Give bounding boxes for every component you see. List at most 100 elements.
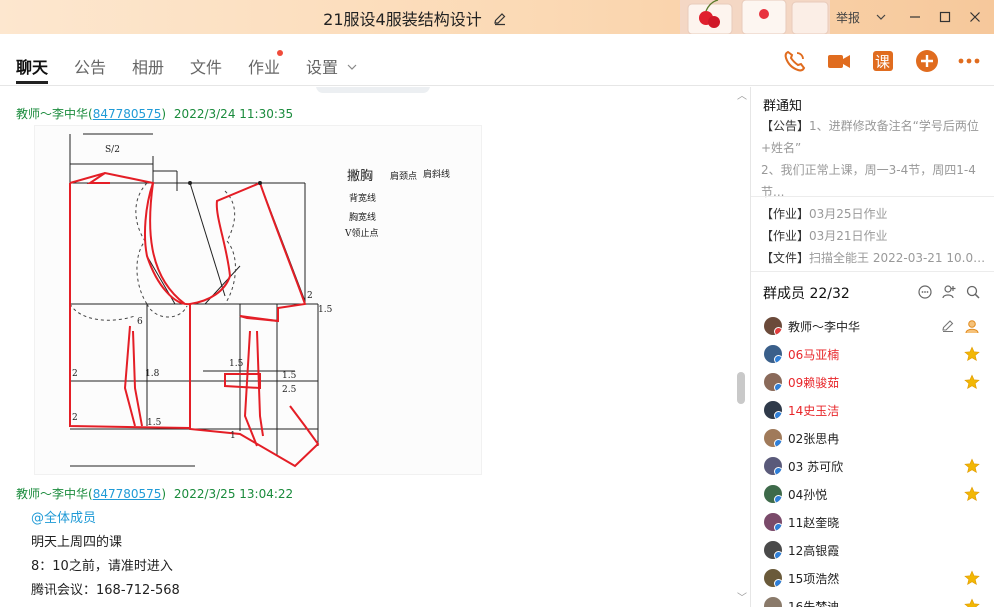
add-member-icon[interactable] xyxy=(941,284,957,300)
avatar[interactable] xyxy=(764,513,782,531)
sender-name-tail: ) xyxy=(161,107,167,121)
member-name: 11赵奎晓 xyxy=(788,516,840,530)
member-name: 16朱梦迪 xyxy=(788,600,840,607)
avatar[interactable] xyxy=(764,429,782,447)
member-row[interactable]: 11赵奎晓 xyxy=(751,507,994,535)
avatar[interactable] xyxy=(764,373,782,391)
class-icon[interactable]: 课 xyxy=(870,48,896,74)
active-tab-indicator xyxy=(16,81,48,84)
search-member-icon[interactable] xyxy=(965,284,981,300)
member-row[interactable]: 15项浩然 xyxy=(751,563,994,591)
avatar[interactable] xyxy=(764,541,782,559)
diagram-label-n2b: 2 xyxy=(72,369,78,379)
tab-chat[interactable]: 聊天 xyxy=(16,54,48,78)
maximize-icon[interactable] xyxy=(934,6,956,28)
member-row[interactable]: 12高银霞 xyxy=(751,535,994,563)
diagram-label-l3: V领止点 xyxy=(344,227,379,239)
avatar[interactable] xyxy=(764,457,782,475)
edit-nickname-icon[interactable] xyxy=(941,318,955,333)
add-app-icon[interactable] xyxy=(914,48,940,74)
file-name: 扫描全能王 2022-03-21 10.02... xyxy=(809,251,989,265)
diagram-label-n15a: 1.5 xyxy=(318,305,333,315)
report-button[interactable]: 举报 xyxy=(836,9,860,26)
avatar[interactable] xyxy=(764,597,782,607)
member-name: 03 苏可欣 xyxy=(788,460,844,474)
member-row[interactable]: 02张思冉 xyxy=(751,423,994,451)
tab-settings[interactable]: 设置 xyxy=(306,54,357,78)
chat-area[interactable]: 教师～李中华(847780575) 2022/3/24 11:30:35 S/2… xyxy=(0,87,750,607)
avatar[interactable] xyxy=(764,485,782,503)
diagram-label-n6: 6 xyxy=(137,317,143,327)
member-row[interactable]: 16朱梦迪 xyxy=(751,591,994,607)
edit-title-icon[interactable] xyxy=(493,11,507,30)
chat-scrollbar-thumb[interactable] xyxy=(737,372,745,404)
avatar[interactable] xyxy=(764,317,782,335)
diagram-label-n15b: 1.5 xyxy=(229,359,244,369)
pattern-diagram-image[interactable]: S/2 撇胸 肩颈点 肩斜线 背宽线 胸宽线 V领止点 2 1.5 6 1.5 … xyxy=(34,125,482,475)
member-badge-icon xyxy=(774,383,782,391)
file-name: 03月21日作业 xyxy=(809,229,888,243)
sender-qq-link[interactable]: 847780575 xyxy=(93,487,162,501)
title-decoration xyxy=(680,0,830,34)
close-icon[interactable] xyxy=(964,6,986,28)
message-text-line: 明天上周四的课 xyxy=(31,535,123,550)
member-chat-icon[interactable] xyxy=(917,284,933,300)
member-row[interactable]: 03 苏可欣 xyxy=(751,451,994,479)
diagram-label-n2c: 2 xyxy=(72,413,78,423)
scroll-down-arrow[interactable]: ﹀ xyxy=(737,589,747,604)
member-badge-icon xyxy=(774,355,782,363)
member-name: 02张思冉 xyxy=(788,432,840,446)
video-call-icon[interactable] xyxy=(826,48,852,74)
sender-name: 教师～李中华( xyxy=(16,487,93,501)
diagram-label-s2: S/2 xyxy=(105,145,120,155)
member-row[interactable]: 教师～李中华 xyxy=(751,311,994,339)
phone-icon[interactable] xyxy=(782,48,808,74)
member-name: 04孙悦 xyxy=(788,488,828,502)
member-badge-icon xyxy=(774,411,782,419)
file-name: 03月25日作业 xyxy=(809,207,888,221)
scroll-up-arrow[interactable]: ︿ xyxy=(737,87,747,102)
notice-line-2: 2、我们正常上课，周一3-4节，周四1-4节... xyxy=(761,163,976,199)
window-title-text: 21服设4服装结构设计 xyxy=(323,10,482,29)
tab-homework[interactable]: 作业 xyxy=(248,54,280,78)
message-text-line: 腾讯会议：168-712-568 xyxy=(31,583,180,598)
star-icon xyxy=(964,598,980,607)
owner-icon xyxy=(964,318,980,334)
avatar[interactable] xyxy=(764,345,782,363)
mention-all-link[interactable]: @全体成员 xyxy=(31,507,96,526)
avatar[interactable] xyxy=(764,401,782,419)
star-icon xyxy=(964,570,980,586)
file-row[interactable]: 【作业】03月25日作业 xyxy=(761,205,989,222)
sender-name-tail: ) xyxy=(161,487,167,501)
member-badge-icon xyxy=(774,439,782,447)
message-sender: 教师～李中华(847780575) 2022/3/24 11:30:35 xyxy=(16,105,293,122)
divider xyxy=(751,271,994,272)
member-row[interactable]: 06马亚楠 xyxy=(751,339,994,367)
message-sender: 教师～李中华(847780575) 2022/3/25 13:04:22 xyxy=(16,485,293,502)
more-icon[interactable] xyxy=(956,48,982,74)
member-badge-icon xyxy=(774,579,782,587)
member-row[interactable]: 14史玉洁 xyxy=(751,395,994,423)
diagram-label-l2: 胸宽线 xyxy=(349,211,376,223)
tab-album[interactable]: 相册 xyxy=(132,54,164,78)
diagram-label-n1: 1 xyxy=(230,431,236,441)
file-tag: 【作业】 xyxy=(761,207,810,221)
sender-qq-link[interactable]: 847780575 xyxy=(93,107,162,121)
file-row[interactable]: 【作业】03月21日作业 xyxy=(761,227,989,244)
file-row[interactable]: 【文件】扫描全能王 2022-03-21 10.02... xyxy=(761,249,989,266)
tab-files[interactable]: 文件 xyxy=(190,54,222,78)
member-badge-icon xyxy=(774,551,782,559)
member-name: 14史玉洁 xyxy=(788,404,840,418)
chevron-down-icon xyxy=(347,64,357,70)
tab-announcement[interactable]: 公告 xyxy=(74,54,106,78)
title-bar: 21服设4服装结构设计 举报 xyxy=(0,0,994,34)
member-row[interactable]: 09赖骏茹 xyxy=(751,367,994,395)
tab-bar: 聊天 公告 相册 文件 作业 设置 课 xyxy=(0,34,994,86)
system-message-pill xyxy=(316,87,430,93)
dropdown-icon[interactable] xyxy=(870,6,892,28)
minimize-icon[interactable] xyxy=(904,6,926,28)
member-row[interactable]: 04孙悦 xyxy=(751,479,994,507)
group-notice-body[interactable]: 【公告】1、进群修改备注名“学号后两位+姓名” 2、我们正常上课，周一3-4节，… xyxy=(761,115,987,203)
avatar[interactable] xyxy=(764,569,782,587)
star-icon xyxy=(964,346,980,362)
